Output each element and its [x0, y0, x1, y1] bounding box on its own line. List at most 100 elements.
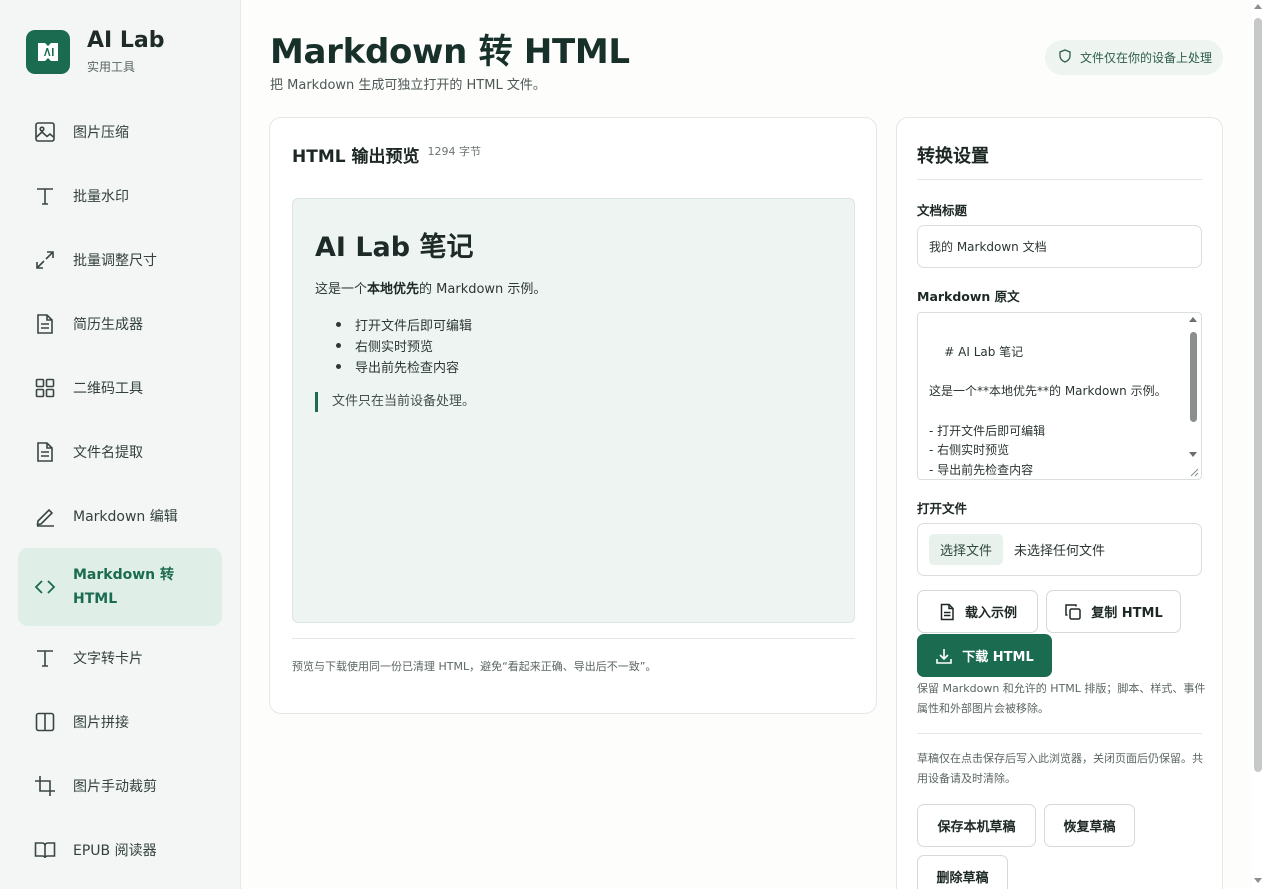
sidebar-item-batch-watermark[interactable]: 批量水印 — [18, 164, 222, 228]
privacy-badge: 文件仅在你的设备上处理 — [1045, 40, 1223, 75]
sidebar-item-label: Markdown 转 HTML — [73, 567, 175, 607]
document-icon — [34, 441, 56, 463]
sidebar-item-label: 批量水印 — [73, 189, 129, 205]
sidebar-item-label: EPUB 阅读器 — [73, 843, 157, 859]
preview-header: HTML 输出预览 1294 字节 — [292, 142, 481, 167]
divider — [917, 733, 1202, 734]
rendered-html-preview: AI Lab 笔记 这是一个本地优先的 Markdown 示例。 打开文件后即可… — [292, 198, 855, 623]
list-item: 导出前先检查内容 — [333, 357, 472, 378]
preview-byte-count: 1294 字节 — [427, 145, 482, 158]
sidebar-item-markdown-to-html[interactable]: Markdown 转 HTML — [18, 548, 222, 626]
doc-title-input[interactable]: 我的 Markdown 文档 — [917, 225, 1202, 268]
split-panel-icon — [34, 711, 56, 733]
sidebar-item-image-crop[interactable]: 图片手动裁剪 — [18, 754, 222, 818]
crop-icon — [34, 775, 56, 797]
html-preview-card: HTML 输出预览 1294 字节 AI Lab 笔记 这是一个本地优先的 Ma… — [269, 117, 877, 714]
file-status: 未选择任何文件 — [1014, 544, 1106, 559]
download-icon — [935, 647, 953, 665]
sidebar-item-resume-builder[interactable]: 简历生成器 — [18, 292, 222, 356]
sidebar-item-qrcode-tool[interactable]: 二维码工具 — [18, 356, 222, 420]
textarea-scrollbar[interactable] — [1188, 317, 1198, 467]
document-icon — [34, 313, 56, 335]
choose-file-button[interactable]: 选择文件 — [929, 534, 1004, 565]
sidebar-item-label: 图片压缩 — [73, 125, 129, 141]
settings-title: 转换设置 — [917, 146, 989, 167]
resize-icon — [34, 249, 56, 271]
scroll-up-icon[interactable] — [1254, 4, 1262, 9]
list-item: 右侧实时预览 — [333, 336, 472, 357]
shield-icon — [1058, 49, 1072, 66]
sidebar-item-label: 图片手动裁剪 — [73, 779, 157, 795]
download-html-button[interactable]: 下载 HTML — [917, 634, 1052, 677]
scroll-down-icon[interactable] — [1189, 452, 1197, 457]
text-icon — [34, 647, 56, 669]
sidebar-item-filename-extract[interactable]: 文件名提取 — [18, 420, 222, 484]
sidebar-nav: 图片压缩 批量水印 批量调整尺寸 简历生成器 二维码工具 文件名提取 Markd… — [18, 100, 222, 882]
open-file-label: 打开文件 — [917, 501, 968, 516]
draft-hint: 草稿仅在点击保存后写入此浏览器，关闭页面后仍保留。共用设备请及时清除。 — [917, 752, 1203, 785]
privacy-badge-label: 文件仅在你的设备上处理 — [1080, 51, 1213, 65]
preview-paragraph-text: 这是一个 — [315, 282, 368, 297]
divider — [917, 179, 1202, 180]
sidebar-item-label: 文字转卡片 — [73, 651, 143, 667]
sidebar-item-text-to-card[interactable]: 文字转卡片 — [18, 626, 222, 690]
code-icon — [34, 576, 56, 598]
doc-title-label: 文档标题 — [917, 203, 968, 218]
preview-blockquote: 文件只在当前设备处理。 — [315, 392, 475, 412]
preview-paragraph-text: 的 Markdown 示例。 — [419, 282, 547, 297]
preview-paragraph: 这是一个本地优先的 Markdown 示例。 — [315, 278, 546, 297]
preview-list: 打开文件后即可编辑 右侧实时预览 导出前先检查内容 — [333, 315, 472, 378]
image-icon — [34, 121, 56, 143]
save-draft-button[interactable]: 保存本机草稿 — [917, 804, 1036, 847]
brand-name: AI Lab — [87, 28, 165, 53]
brand-subtitle: 实用工具 — [87, 60, 136, 74]
document-icon — [938, 603, 956, 621]
pen-icon — [34, 505, 56, 527]
text-icon — [34, 185, 56, 207]
scroll-up-icon[interactable] — [1189, 317, 1197, 322]
markdown-source-label: Markdown 原文 — [917, 289, 1020, 304]
ai-lab-logo-icon — [26, 29, 70, 74]
page-title: Markdown 转 HTML — [270, 32, 630, 72]
divider — [292, 638, 855, 639]
scrollbar-thumb[interactable] — [1254, 18, 1262, 772]
delete-draft-button[interactable]: 删除草稿 — [917, 855, 1008, 889]
resize-handle-icon[interactable] — [1189, 467, 1199, 477]
sidebar-item-label: 批量调整尺寸 — [73, 253, 157, 269]
sidebar-item-label: Markdown 编辑 — [73, 509, 178, 525]
preview-title: HTML 输出预览 — [292, 147, 420, 167]
file-picker[interactable]: 选择文件 未选择任何文件 — [917, 523, 1202, 576]
sidebar-item-label: 图片拼接 — [73, 715, 129, 731]
copy-html-button[interactable]: 复制 HTML — [1046, 590, 1181, 633]
markdown-source-textarea[interactable]: # AI Lab 笔记 这是一个**本地优先**的 Markdown 示例。 -… — [917, 312, 1202, 480]
sidebar-item-label: 文件名提取 — [73, 445, 143, 461]
sidebar-item-image-compress[interactable]: 图片压缩 — [18, 100, 222, 164]
sidebar-item-label: 二维码工具 — [73, 381, 143, 397]
conversion-settings-card: 转换设置 文档标题 我的 Markdown 文档 Markdown 原文 # A… — [896, 117, 1223, 889]
preview-heading: AI Lab 笔记 — [315, 232, 474, 263]
sidebar-item-epub-reader[interactable]: EPUB 阅读器 — [18, 818, 222, 882]
sidebar-item-markdown-editor[interactable]: Markdown 编辑 — [18, 484, 222, 548]
brand[interactable]: AI Lab 实用工具 — [26, 28, 164, 75]
sidebar-item-batch-resize[interactable]: 批量调整尺寸 — [18, 228, 222, 292]
preview-paragraph-bold: 本地优先 — [367, 282, 420, 297]
preview-note: 预览与下载使用同一份已清理 HTML，避免“看起来正确、导出后不一致”。 — [292, 660, 657, 673]
load-example-button[interactable]: 载入示例 — [917, 590, 1038, 633]
scroll-down-icon[interactable] — [1254, 878, 1262, 883]
sidebar-item-label: 简历生成器 — [73, 317, 143, 333]
copy-html-label: 复制 HTML — [1091, 606, 1163, 621]
grid-icon — [34, 377, 56, 399]
download-html-label: 下载 HTML — [962, 650, 1034, 665]
scrollbar-thumb[interactable] — [1190, 332, 1197, 422]
sanitize-hint: 保留 Markdown 和允许的 HTML 排版；脚本、样式、事件属性和外部图片… — [917, 682, 1206, 715]
load-example-label: 载入示例 — [964, 606, 1017, 621]
list-item: 打开文件后即可编辑 — [333, 315, 472, 336]
copy-icon — [1064, 603, 1082, 621]
sidebar-item-image-stitch[interactable]: 图片拼接 — [18, 690, 222, 754]
page-scrollbar[interactable] — [1252, 0, 1265, 889]
markdown-source-text: # AI Lab 笔记 这是一个**本地优先**的 Markdown 示例。 -… — [929, 344, 1167, 477]
page-subtitle: 把 Markdown 生成可独立打开的 HTML 文件。 — [270, 78, 546, 93]
sidebar: AI Lab 实用工具 图片压缩 批量水印 批量调整尺寸 简历生成器 二维码工具… — [0, 0, 241, 889]
book-icon — [34, 839, 56, 861]
restore-draft-button[interactable]: 恢复草稿 — [1044, 804, 1135, 847]
